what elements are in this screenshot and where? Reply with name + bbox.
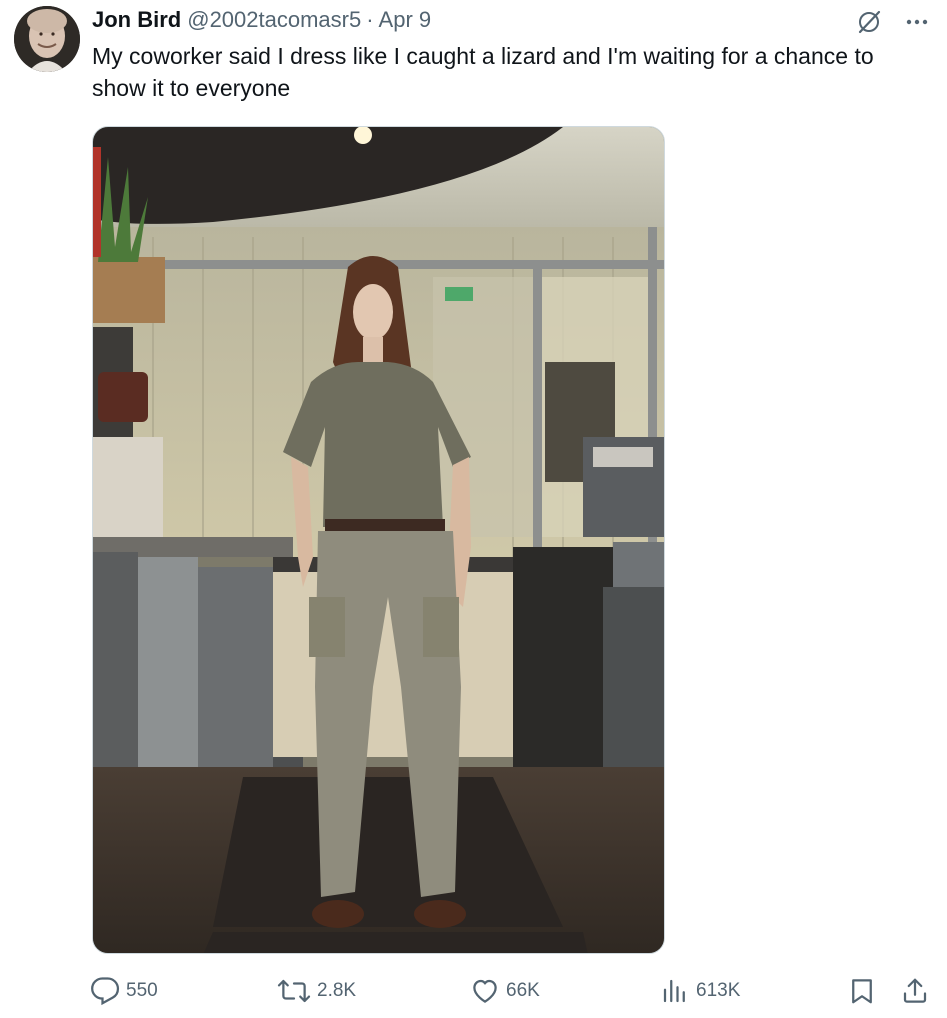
reply-button[interactable]: 550 xyxy=(90,974,158,1008)
separator-dot: · xyxy=(366,7,374,32)
photo-image xyxy=(93,127,664,953)
user-handle[interactable]: @2002tacomasr5 xyxy=(187,7,361,33)
avatar-image xyxy=(14,6,80,72)
reply-count: 550 xyxy=(126,980,158,1001)
share-button[interactable] xyxy=(900,974,930,1008)
bookmark-button[interactable] xyxy=(847,974,877,1008)
tweet-date[interactable]: Apr 9 xyxy=(379,7,432,33)
tweet-card: Jon Bird @2002tacomasr5 · Apr 9 My cowor… xyxy=(0,0,947,1018)
repost-button[interactable]: 2.8K xyxy=(277,974,356,1008)
tweet-text: My coworker said I dress like I caught a… xyxy=(92,43,874,101)
tweet-header: Jon Bird @2002tacomasr5 · Apr 9 xyxy=(92,6,431,34)
tweet-top-actions xyxy=(853,6,933,38)
avatar[interactable] xyxy=(14,6,80,72)
bookmark-icon xyxy=(847,976,877,1006)
share-icon xyxy=(900,976,930,1006)
like-button[interactable]: 66K xyxy=(470,974,540,1008)
display-name[interactable]: Jon Bird xyxy=(92,7,181,33)
repost-count: 2.8K xyxy=(317,980,357,1001)
heart-icon xyxy=(470,976,500,1006)
like-count: 66K xyxy=(506,980,540,1001)
more-icon[interactable] xyxy=(901,6,933,38)
views-count: 613K xyxy=(696,980,741,1001)
tweet-photo[interactable] xyxy=(92,126,665,954)
views-button[interactable]: 613K xyxy=(660,974,740,1008)
retweet-icon xyxy=(277,976,311,1006)
reply-icon xyxy=(90,976,120,1006)
tweet-action-bar: 550 2.8K 66K 613K xyxy=(90,974,935,1008)
views-chart-icon xyxy=(660,976,690,1006)
grok-icon[interactable] xyxy=(853,6,885,38)
